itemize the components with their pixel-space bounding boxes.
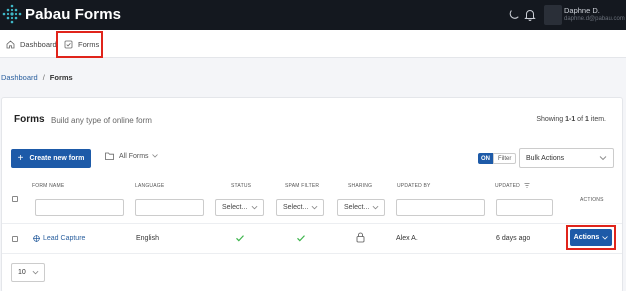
nav-bar: Dashboard Forms xyxy=(0,30,626,58)
spam-filter-select[interactable]: Select... xyxy=(276,199,324,216)
page-subtitle: Build any type of online form xyxy=(51,116,152,125)
moon-icon[interactable] xyxy=(508,9,520,21)
spam-filter-check-icon xyxy=(297,235,305,242)
app-title: Pabau Forms xyxy=(25,6,122,23)
form-check-icon xyxy=(64,40,73,49)
folder-icon xyxy=(105,152,114,160)
home-icon xyxy=(6,39,15,48)
updated-cell: 6 days ago xyxy=(496,235,531,242)
nav-item-dashboard[interactable]: Dashboard xyxy=(6,30,57,58)
chevron-down-icon xyxy=(311,205,318,210)
toggle-filter-label: Filter xyxy=(493,153,517,164)
chevron-down-icon xyxy=(151,154,158,158)
sharing-filter-select[interactable]: Select... xyxy=(337,199,385,216)
breadcrumb: Dashboard / Forms xyxy=(1,73,73,82)
breadcrumb-dashboard[interactable]: Dashboard xyxy=(1,73,38,82)
column-form-name[interactable]: FORM NAME xyxy=(32,183,64,189)
filter-toggle[interactable]: ON Filter xyxy=(478,153,517,164)
sort-icon xyxy=(524,183,530,189)
nav-forms-label: Forms xyxy=(78,40,100,49)
column-spam-filter[interactable]: SPAM FILTER xyxy=(285,183,319,189)
page-size-select[interactable]: 10 xyxy=(11,263,45,282)
bulk-actions-label: Bulk Actions xyxy=(526,154,565,162)
all-forms-label: All Forms xyxy=(119,152,149,160)
actions-highlight: Actions xyxy=(566,225,616,250)
row-checkbox[interactable] xyxy=(12,236,18,242)
bell-icon[interactable] xyxy=(524,8,536,21)
status-check-icon xyxy=(236,235,244,242)
top-bar: Pabau Forms Daphne D. daphne.d@pabau.com xyxy=(0,0,626,30)
chevron-down-icon xyxy=(599,156,607,161)
chevron-down-icon xyxy=(32,270,39,275)
updated-filter-input[interactable] xyxy=(496,199,553,216)
actions-button[interactable]: Actions xyxy=(570,229,612,246)
row-divider xyxy=(2,223,622,224)
create-new-form-label: Create new form xyxy=(29,155,85,162)
pabau-logo-icon xyxy=(2,4,22,24)
column-sharing[interactable]: SHARING xyxy=(348,183,372,189)
forms-card: Forms Build any type of online form Show… xyxy=(1,97,623,291)
form-name-label: Lead Capture xyxy=(43,235,86,242)
avatar[interactable] xyxy=(544,5,562,25)
form-name-filter-input[interactable] xyxy=(35,199,124,216)
status-filter-select[interactable]: Select... xyxy=(215,199,264,216)
column-updated-by[interactable]: UPDATED BY xyxy=(397,183,431,189)
chevron-down-icon xyxy=(372,205,379,210)
breadcrumb-current: Forms xyxy=(49,73,73,82)
breadcrumb-separator: / xyxy=(42,73,45,82)
actions-label: Actions xyxy=(573,234,600,241)
nav-dashboard-label: Dashboard xyxy=(20,39,57,49)
spam-filter-value: Select... xyxy=(283,204,309,211)
showing-count: Showing 1-1 of 1 item. xyxy=(536,116,606,123)
page-title: Forms xyxy=(14,114,45,125)
create-new-form-button[interactable]: + Create new form xyxy=(11,149,91,168)
sharing-filter-value: Select... xyxy=(344,204,370,211)
column-actions: ACTIONS xyxy=(580,197,604,203)
column-status[interactable]: STATUS xyxy=(231,183,251,189)
row-divider xyxy=(2,253,622,254)
language-filter-input[interactable] xyxy=(135,199,204,216)
page-size-value: 10 xyxy=(18,269,26,276)
language-cell: English xyxy=(136,235,159,242)
plus-icon: + xyxy=(17,153,24,164)
column-language[interactable]: LANGUAGE xyxy=(135,183,164,189)
nav-item-forms[interactable]: Forms xyxy=(56,31,103,58)
status-filter-value: Select... xyxy=(222,204,248,211)
chevron-down-icon xyxy=(251,205,258,210)
user-email: daphne.d@pabau.com xyxy=(564,16,625,22)
select-all-checkbox[interactable] xyxy=(12,196,18,202)
column-updated[interactable]: UPDATED xyxy=(495,183,530,189)
toggle-on-label: ON xyxy=(478,153,493,164)
all-forms-dropdown[interactable]: All Forms xyxy=(105,152,163,160)
bulk-actions-select[interactable]: Bulk Actions xyxy=(519,148,614,168)
updated-by-cell: Alex A. xyxy=(396,235,418,242)
chevron-down-icon xyxy=(602,235,609,240)
lock-icon[interactable] xyxy=(356,232,365,243)
form-name-link[interactable]: Lead Capture xyxy=(33,235,85,242)
updated-by-filter-input[interactable] xyxy=(396,199,485,216)
user-name[interactable]: Daphne D. xyxy=(564,6,600,15)
target-icon xyxy=(33,235,40,242)
